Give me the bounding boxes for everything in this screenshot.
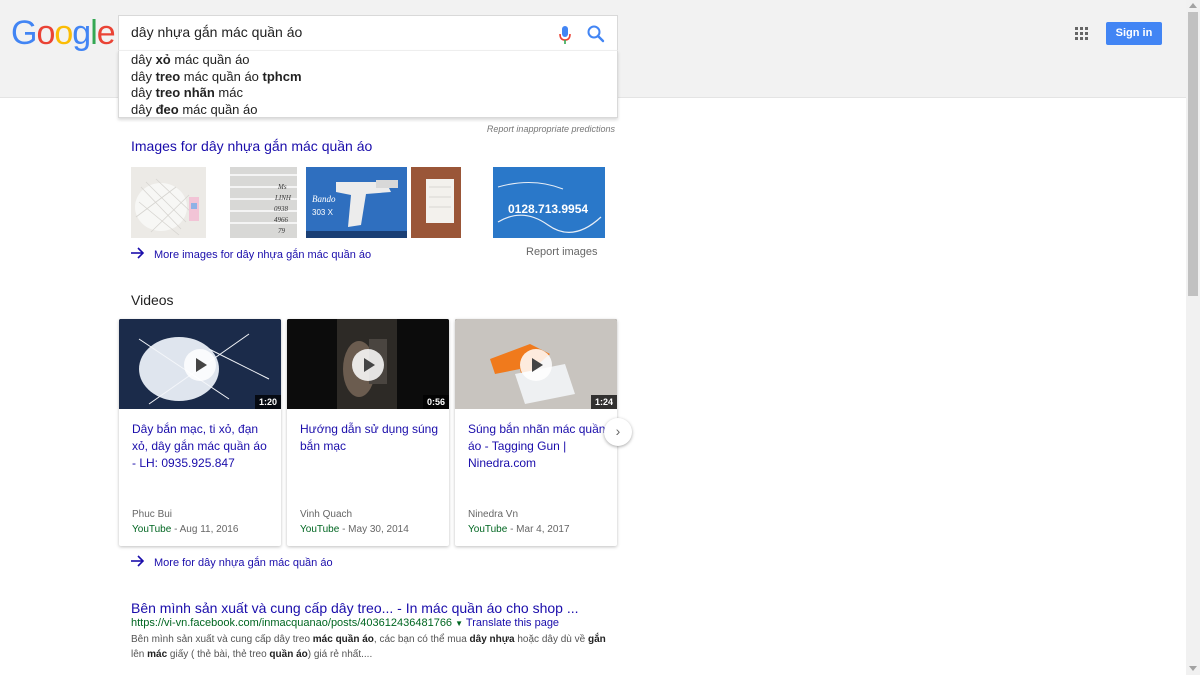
- images-section-title[interactable]: Images for dây nhựa gắn mác quần áo: [131, 138, 372, 154]
- video-thumbnail[interactable]: 0:56: [287, 319, 449, 409]
- sign-in-button[interactable]: Sign in: [1106, 22, 1162, 45]
- microphone-icon[interactable]: [557, 25, 573, 45]
- logo-letter: o: [36, 14, 55, 52]
- video-source: YouTube: [468, 524, 508, 535]
- autocomplete-dropdown: dây xỏ mác quần áo dây treo mác quần áo t…: [118, 50, 618, 118]
- report-predictions-link[interactable]: Report inappropriate predictions: [450, 124, 615, 134]
- play-icon[interactable]: [520, 349, 552, 381]
- video-duration: 1:24: [590, 395, 617, 409]
- video-duration: 0:56: [422, 395, 449, 409]
- video-author: Phuc Bui: [132, 509, 173, 520]
- chevron-right-icon: ›: [615, 423, 621, 439]
- result-snippet: Bên mình sản xuất và cung cấp dây treo m…: [131, 634, 606, 660]
- svg-text:0938: 0938: [274, 205, 289, 213]
- video-meta: YouTube - May 30, 2014: [300, 524, 409, 535]
- more-images-label: More images for dây nhựa gắn mác quần áo: [154, 249, 372, 261]
- more-videos-link[interactable]: More for dây nhựa gắn mác quần áo: [131, 554, 333, 572]
- video-card[interactable]: 1:24 Súng bắn nhãn mác quần áo - Tagging…: [455, 319, 617, 546]
- video-date: - May 30, 2014: [339, 524, 409, 535]
- search-icon[interactable]: [586, 24, 606, 44]
- result-url-text: https://vi-vn.facebook.com/inmacquanao/p…: [131, 617, 453, 629]
- video-title[interactable]: Dây bắn mạc, ti xỏ, đạn xỏ, dây gắn mác …: [132, 421, 272, 472]
- svg-text:0128.713.9954: 0128.713.9954: [508, 202, 588, 216]
- report-images-link[interactable]: Report images: [526, 246, 598, 258]
- translate-dropdown-icon[interactable]: ▼: [455, 619, 463, 628]
- video-source: YouTube: [300, 524, 340, 535]
- apps-grid-icon[interactable]: [1075, 27, 1089, 41]
- suggestion-item[interactable]: dây treo nhãn mác: [131, 85, 243, 100]
- more-videos-label: More for dây nhựa gắn mác quần áo: [154, 557, 333, 569]
- arrow-right-icon: [131, 554, 145, 572]
- translate-page-link[interactable]: Translate this page: [466, 617, 559, 629]
- image-thumbnail[interactable]: [131, 167, 206, 238]
- scroll-down-icon[interactable]: [1189, 666, 1197, 671]
- svg-text:79: 79: [278, 227, 286, 235]
- video-thumbnail[interactable]: 1:20: [119, 319, 281, 409]
- video-title[interactable]: Súng bắn nhãn mác quần áo - Tagging Gun …: [468, 421, 608, 472]
- svg-text:Bando: Bando: [312, 194, 336, 204]
- image-thumbnail[interactable]: Ms LINH 0938 4966 79: [230, 167, 297, 238]
- play-icon[interactable]: [352, 349, 384, 381]
- logo-letter: G: [11, 14, 37, 52]
- video-title[interactable]: Hướng dẫn sử dụng súng bắn mạc: [300, 421, 440, 455]
- suggestion-item[interactable]: dây treo mác quần áo tphcm: [131, 69, 302, 84]
- video-card[interactable]: 1:20 Dây bắn mạc, ti xỏ, đạn xỏ, dây gắn…: [119, 319, 281, 546]
- google-logo[interactable]: Google: [11, 14, 116, 53]
- image-thumbnail[interactable]: 0128.713.9954: [493, 167, 605, 238]
- vertical-scrollbar[interactable]: [1186, 0, 1200, 675]
- play-icon[interactable]: [184, 349, 216, 381]
- video-source: YouTube: [132, 524, 172, 535]
- video-card[interactable]: 0:56 Hướng dẫn sử dụng súng bắn mạc Vinh…: [287, 319, 449, 546]
- suggestion-item[interactable]: dây xỏ mác quần áo: [131, 52, 250, 67]
- videos-section-title: Videos: [131, 292, 174, 308]
- search-box[interactable]: [118, 15, 618, 50]
- video-date: - Mar 4, 2017: [507, 524, 570, 535]
- svg-text:303 X: 303 X: [312, 208, 334, 217]
- more-images-link[interactable]: More images for dây nhựa gắn mác quần áo: [131, 246, 371, 264]
- image-thumbnail[interactable]: [411, 167, 461, 238]
- scroll-up-icon[interactable]: [1189, 3, 1197, 8]
- logo-letter: e: [96, 14, 116, 52]
- video-author: Vinh Quach: [300, 509, 353, 520]
- video-thumbnail[interactable]: 1:24: [455, 319, 617, 409]
- carousel-next-button[interactable]: ›: [604, 418, 632, 446]
- scrollbar-thumb[interactable]: [1188, 12, 1198, 296]
- video-meta: YouTube - Mar 4, 2017: [468, 524, 570, 535]
- video-meta: YouTube - Aug 11, 2016: [132, 524, 238, 535]
- video-date: - Aug 11, 2016: [171, 524, 239, 535]
- suggestion-item[interactable]: dây đeo mác quần áo: [131, 102, 257, 117]
- svg-text:LINH: LINH: [274, 194, 292, 202]
- svg-text:Ms: Ms: [277, 183, 287, 191]
- logo-letter: o: [54, 14, 73, 52]
- search-input[interactable]: [131, 24, 531, 40]
- video-author: Ninedra Vn: [468, 509, 519, 520]
- video-duration: 1:20: [254, 395, 281, 409]
- svg-text:4966: 4966: [274, 216, 289, 224]
- logo-letter: g: [72, 14, 91, 52]
- image-thumbnail[interactable]: Bando 303 X: [306, 167, 407, 238]
- arrow-right-icon: [131, 246, 145, 264]
- result-url: https://vi-vn.facebook.com/inmacquanao/p…: [131, 617, 559, 629]
- result-title-link[interactable]: Bên mình sản xuất và cung cấp dây treo..…: [131, 600, 579, 616]
